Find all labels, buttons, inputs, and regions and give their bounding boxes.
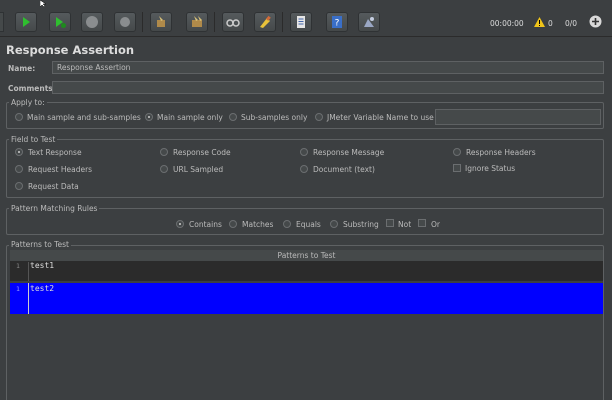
clear-icon: [157, 16, 165, 27]
apply-main-and-sub-radio[interactable]: [15, 113, 23, 121]
apply-to-legend: Apply to:: [9, 98, 47, 107]
field-response-code-label: Response Code: [173, 148, 231, 157]
field-response-message-radio[interactable]: [300, 148, 308, 156]
plus-circle-icon: [589, 15, 602, 28]
apply-main-and-sub-label: Main sample and sub-samples: [27, 113, 141, 122]
expand-all-button[interactable]: [589, 15, 602, 28]
shutdown-button[interactable]: [114, 12, 136, 32]
apply-jmeter-variable-label: JMeter Variable Name to use: [327, 113, 434, 122]
rule-matches-radio[interactable]: [229, 220, 237, 228]
field-request-data-label: Request Data: [28, 182, 79, 191]
field-document-text-radio[interactable]: [300, 165, 308, 173]
field-url-sampled-label: URL Sampled: [173, 165, 224, 174]
pattern-text[interactable]: test2: [30, 284, 54, 293]
comments-field[interactable]: [52, 81, 604, 94]
elapsed-timer: 00:00:00: [490, 19, 524, 28]
ignore-status-checkbox[interactable]: [453, 164, 461, 172]
rule-or-label: Or: [431, 220, 440, 229]
apply-jmeter-variable-radio[interactable]: [315, 113, 323, 121]
rule-not-label: Not: [398, 220, 412, 229]
patterns-to-test-legend: Patterns to Test: [9, 240, 71, 249]
toolbar-left-edge: [0, 12, 4, 32]
rule-matches-label: Matches: [242, 220, 274, 229]
thread-count: 0/0: [565, 19, 578, 28]
field-text-response-label: Text Response: [28, 148, 82, 157]
field-to-test-legend: Field to Test: [9, 135, 58, 144]
field-response-code-radio[interactable]: [160, 148, 168, 156]
rule-substring-radio[interactable]: [330, 220, 338, 228]
search-icon: [226, 19, 240, 27]
panel-title: Response Assertion: [6, 43, 135, 57]
mouse-cursor-icon: [39, 0, 47, 8]
stop-icon: [86, 16, 98, 28]
field-response-message-label: Response Message: [313, 148, 385, 157]
remote-button[interactable]: [358, 12, 380, 32]
warning-count: 0: [548, 19, 553, 28]
toolbar-separator: [282, 12, 283, 32]
ignore-status-label: Ignore Status: [465, 164, 516, 173]
start-icon: [23, 17, 30, 27]
field-request-headers-label: Request Headers: [28, 165, 93, 174]
function-helper-button[interactable]: [290, 12, 312, 32]
comments-label: Comments:: [8, 84, 56, 93]
rule-contains-label: Contains: [189, 220, 222, 229]
pattern-text[interactable]: test1: [30, 261, 54, 270]
patterns-column-header[interactable]: Patterns to Test: [10, 250, 603, 262]
shutdown-icon: [120, 17, 130, 27]
help-button[interactable]: ?: [326, 12, 348, 32]
remote-icon: [364, 17, 374, 27]
name-label: Name:: [8, 64, 36, 73]
pattern-matching-rules-legend: Pattern Matching Rules: [9, 204, 100, 213]
rule-contains-radio[interactable]: [176, 220, 184, 228]
rule-or-checkbox[interactable]: [418, 219, 426, 227]
apply-main-only-label: Main sample only: [157, 113, 223, 122]
reset-search-icon: [260, 15, 271, 28]
field-url-sampled-radio[interactable]: [160, 165, 168, 173]
field-request-data-radio[interactable]: [15, 182, 23, 190]
start-no-pauses-icon: [56, 17, 66, 28]
rule-not-checkbox[interactable]: [386, 219, 394, 227]
apply-main-only-radio[interactable]: [145, 113, 153, 121]
table-row[interactable]: [10, 262, 603, 281]
rule-equals-radio[interactable]: [283, 220, 291, 228]
clear-all-icon: [192, 16, 202, 27]
toolbar-separator: [142, 12, 143, 32]
toolbar-separator: [214, 12, 215, 32]
field-request-headers-radio[interactable]: [15, 165, 23, 173]
start-no-pauses-button[interactable]: [49, 12, 71, 32]
rule-substring-label: Substring: [343, 220, 379, 229]
name-field[interactable]: Response Assertion: [52, 61, 604, 74]
table-row-selected[interactable]: [10, 283, 603, 314]
field-response-headers-radio[interactable]: [453, 148, 461, 156]
field-response-headers-label: Response Headers: [466, 148, 536, 157]
function-helper-icon: [297, 16, 305, 28]
title-strip: [0, 0, 612, 8]
warning-icon[interactable]: [534, 17, 545, 27]
field-document-text-label: Document (text): [313, 165, 375, 174]
clear-button[interactable]: [150, 12, 172, 32]
toolbar: ? 00:00:00 0 0/0: [0, 8, 612, 37]
clear-all-button[interactable]: [186, 12, 208, 32]
line-number: 1: [16, 285, 20, 293]
reset-search-button[interactable]: [254, 12, 276, 32]
rule-equals-label: Equals: [296, 220, 321, 229]
svg-text:?: ?: [335, 19, 340, 29]
search-button[interactable]: [222, 12, 244, 32]
help-icon: ?: [332, 16, 342, 29]
apply-sub-only-label: Sub-samples only: [241, 113, 308, 122]
line-number: 1: [16, 262, 20, 270]
field-text-response-radio[interactable]: [15, 148, 23, 156]
start-button[interactable]: [15, 12, 37, 32]
apply-sub-only-radio[interactable]: [229, 113, 237, 121]
text-caret: [28, 283, 29, 314]
jmeter-variable-input[interactable]: [435, 109, 601, 125]
gutter-divider: [28, 262, 29, 281]
stop-button[interactable]: [81, 12, 103, 32]
